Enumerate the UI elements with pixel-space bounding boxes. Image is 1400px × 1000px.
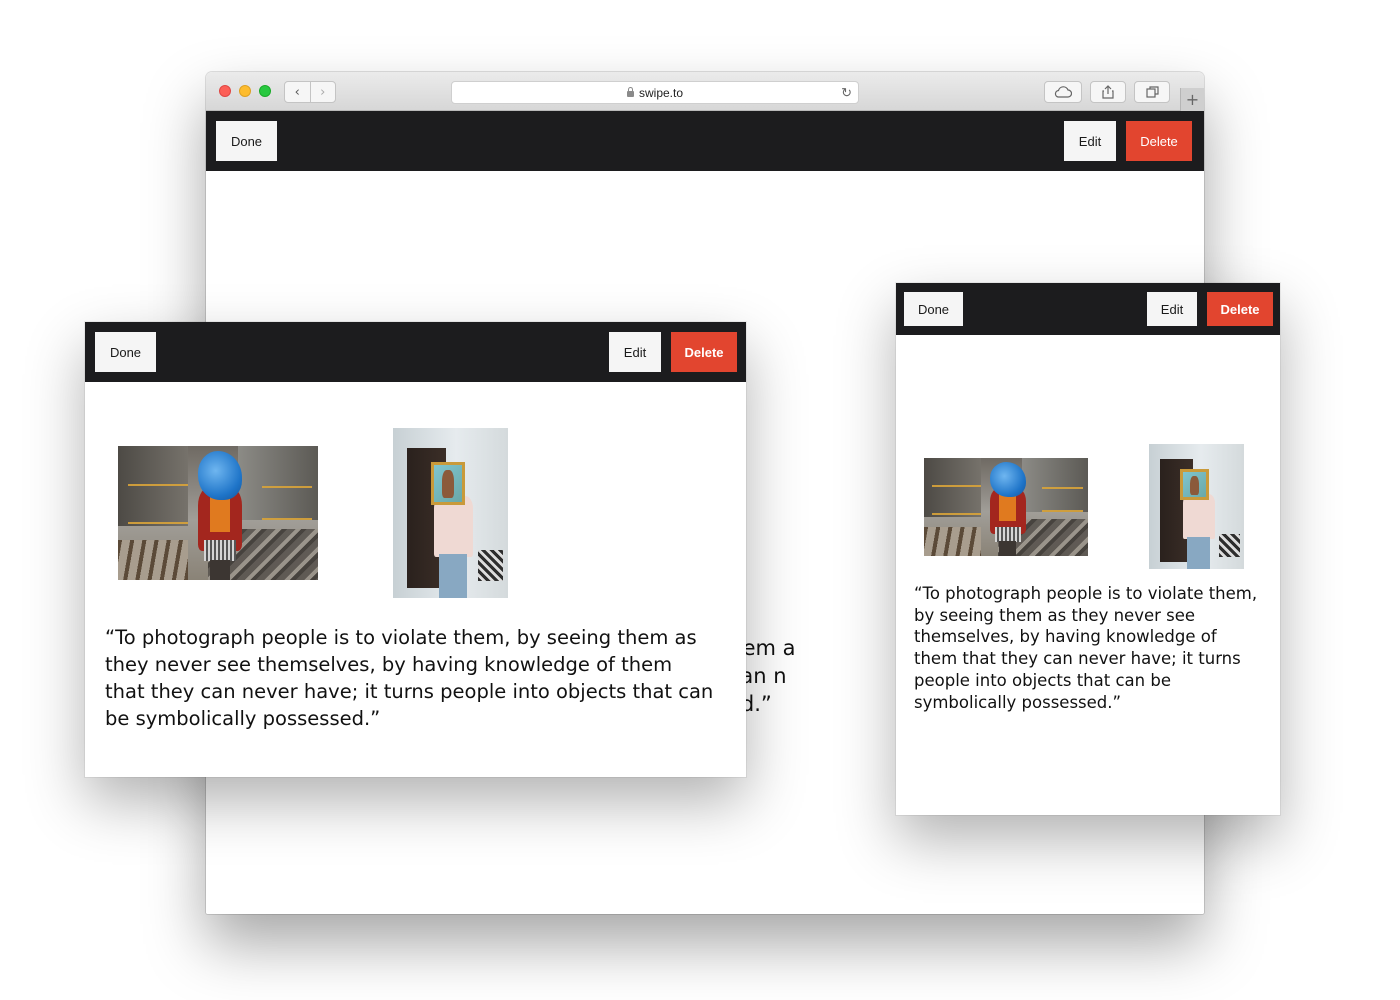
close-window-button[interactable] bbox=[219, 85, 231, 97]
share-icon bbox=[1102, 85, 1114, 99]
show-tabs-button[interactable] bbox=[1134, 81, 1170, 103]
photo-horse-portrait[interactable] bbox=[1149, 444, 1244, 569]
edit-button[interactable]: Edit bbox=[609, 332, 661, 372]
slide-preview-medium: Done Edit Delete “To photograph people i… bbox=[85, 322, 746, 777]
done-button[interactable]: Done bbox=[216, 121, 277, 161]
delete-button[interactable]: Delete bbox=[1207, 292, 1273, 326]
chevron-right-icon: › bbox=[320, 84, 326, 100]
done-button[interactable]: Done bbox=[904, 292, 963, 326]
zoom-window-button[interactable] bbox=[259, 85, 271, 97]
back-button[interactable]: ‹ bbox=[285, 82, 310, 102]
share-button[interactable] bbox=[1090, 81, 1126, 103]
forward-button[interactable]: › bbox=[309, 82, 336, 102]
photo-street-blue-bag[interactable] bbox=[118, 446, 318, 580]
photo-horse-portrait[interactable] bbox=[393, 428, 508, 598]
nav-buttons: ‹ › bbox=[284, 81, 336, 103]
photo-street-blue-bag[interactable] bbox=[924, 458, 1088, 556]
app-toolbar: Done Edit Delete bbox=[85, 322, 746, 382]
edit-button[interactable]: Edit bbox=[1147, 292, 1197, 326]
new-tab-button[interactable]: + bbox=[1180, 88, 1204, 111]
delete-button[interactable]: Delete bbox=[1126, 121, 1192, 161]
edit-button[interactable]: Edit bbox=[1064, 121, 1116, 161]
icloud-tabs-button[interactable] bbox=[1044, 81, 1082, 103]
app-toolbar: Done Edit Delete bbox=[206, 111, 1204, 171]
slide-preview-small: Done Edit Delete “To photograph people i… bbox=[896, 283, 1280, 815]
slide-quote: “To photograph people is to violate them… bbox=[105, 626, 714, 730]
reload-icon[interactable]: ↻ bbox=[841, 85, 852, 101]
url-text: swipe.to bbox=[638, 85, 684, 100]
cloud-icon bbox=[1054, 86, 1072, 98]
delete-button[interactable]: Delete bbox=[671, 332, 737, 372]
slide-quote: “To photograph people is to violate them… bbox=[914, 584, 1258, 712]
minimize-window-button[interactable] bbox=[239, 85, 251, 97]
plus-icon: + bbox=[1185, 90, 1200, 109]
address-bar[interactable]: swipe.to ↻ bbox=[451, 81, 859, 104]
chevron-left-icon: ‹ bbox=[294, 84, 300, 100]
app-toolbar: Done Edit Delete bbox=[896, 283, 1280, 335]
tabs-icon bbox=[1145, 86, 1159, 98]
browser-titlebar: ‹ › swipe.to ↻ + bbox=[206, 72, 1204, 111]
lock-icon bbox=[626, 86, 634, 97]
done-button[interactable]: Done bbox=[95, 332, 156, 372]
